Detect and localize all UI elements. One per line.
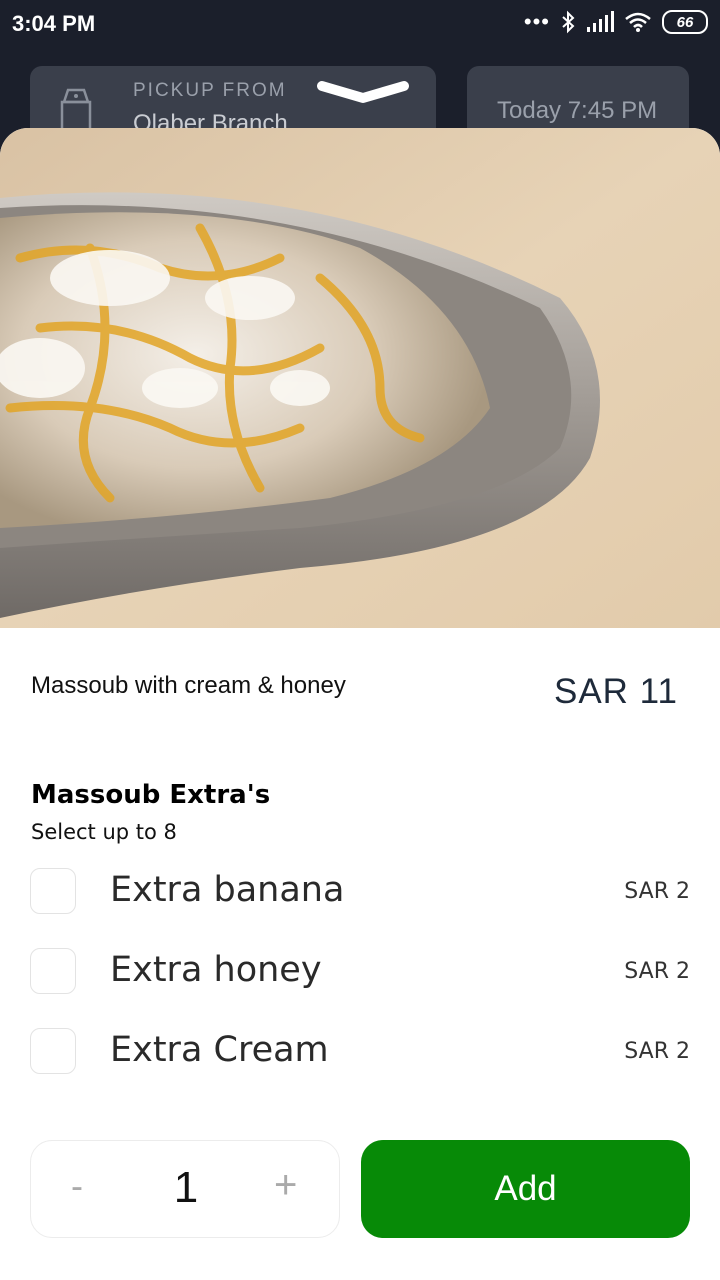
extras-group-title: Massoub Extra's [31,780,271,810]
status-bar: 3:04 PM ••• 66 [0,0,720,52]
item-detail-sheet: Massoub with cream & honey SAR 11 Massou… [0,128,720,1280]
status-time: 3:04 PM [12,11,96,36]
chevron-down-icon[interactable] [316,80,410,106]
option-label: Extra honey [110,950,322,990]
option-row-extra-banana[interactable]: Extra banana SAR 2 [30,868,690,918]
bluetooth-icon [562,10,575,34]
pickup-label: PICKUP FROM [133,80,287,101]
more-dots-icon: ••• [523,9,550,34]
pickup-time: Today 7:45 PM [497,97,658,124]
food-photo [0,128,720,628]
checkbox[interactable] [30,1028,76,1074]
increase-quantity-button[interactable]: + [274,1163,297,1208]
checkbox[interactable] [30,868,76,914]
extras-group-subtitle: Select up to 8 [31,820,177,844]
store-icon [60,88,92,134]
option-row-extra-honey[interactable]: Extra honey SAR 2 [30,948,690,998]
checkbox[interactable] [30,948,76,994]
item-price: SAR 11 [553,672,678,711]
option-label: Extra banana [110,870,345,910]
option-label: Extra Cream [110,1030,329,1070]
option-row-extra-cream[interactable]: Extra Cream SAR 2 [30,1028,690,1078]
add-button[interactable]: Add [361,1140,690,1238]
item-name: Massoub with cream & honey [31,672,346,699]
option-price: SAR 2 [624,1039,690,1064]
signal-icon [587,11,614,32]
status-icons: ••• 66 [524,10,708,34]
wifi-icon [625,12,651,32]
option-price: SAR 2 [624,879,690,904]
battery-icon: 66 [662,10,708,34]
option-price: SAR 2 [624,959,690,984]
quantity-stepper: - 1 + [30,1140,340,1238]
